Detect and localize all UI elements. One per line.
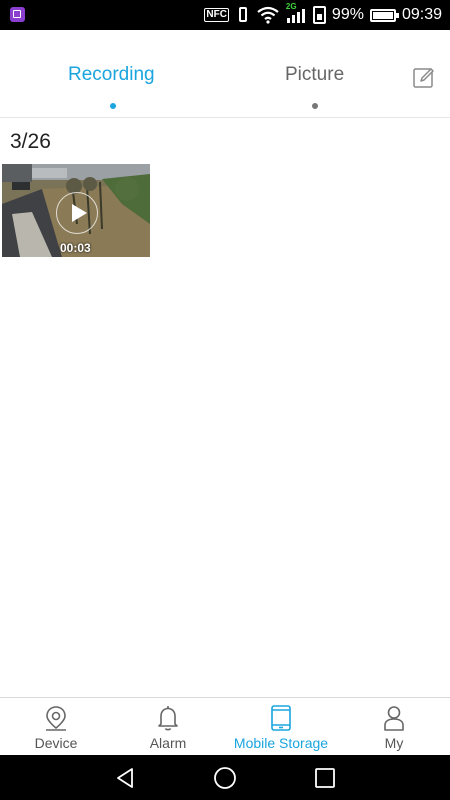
nav-device-label: Device [34,735,78,751]
nav-my-label: My [384,735,404,751]
sim-card-icon [312,6,326,24]
location-pin-icon [46,706,66,731]
tab-recording[interactable]: Recording [68,64,155,86]
vibrate-icon [235,6,251,24]
video-duration: 00:03 [60,241,91,255]
nav-device[interactable]: Device [0,698,112,756]
tablet-icon [271,705,291,731]
nav-mobile-storage-label: Mobile Storage [233,735,329,751]
video-thumbnail[interactable]: 00:03 [2,164,150,257]
edit-icon[interactable] [412,66,436,90]
back-icon[interactable] [113,766,137,790]
nav-alarm[interactable]: Alarm [112,698,224,756]
nav-mobile-storage[interactable]: Mobile Storage [225,698,337,756]
nav-my[interactable]: My [338,698,450,756]
media-tabs: Recording Picture [0,30,450,118]
nfc-icon: NFC [204,8,229,22]
gallery-notification-icon [10,7,25,22]
tab-picture-indicator [312,103,318,109]
bottom-nav: Device Alarm Mobile Storage My [0,697,450,755]
bell-icon [158,706,178,731]
home-icon[interactable] [213,766,237,790]
recent-apps-icon[interactable] [313,766,337,790]
battery-icon [369,8,399,22]
system-nav-bar [0,755,450,800]
person-icon [384,706,404,731]
date-group-label: 3/26 [10,130,51,153]
wifi-icon [257,6,279,24]
battery-percent: 99% [331,6,364,23]
signal-icon: 2G [285,2,307,25]
status-bar: NFC 2G 99% 09:39 [0,0,450,30]
status-icons: NFC 2G 99% 09:39 [204,0,442,30]
clock: 09:39 [401,6,442,23]
nav-alarm-label: Alarm [149,735,187,751]
play-icon[interactable] [56,192,98,234]
tab-picture[interactable]: Picture [285,64,344,86]
tab-recording-indicator [110,103,116,109]
